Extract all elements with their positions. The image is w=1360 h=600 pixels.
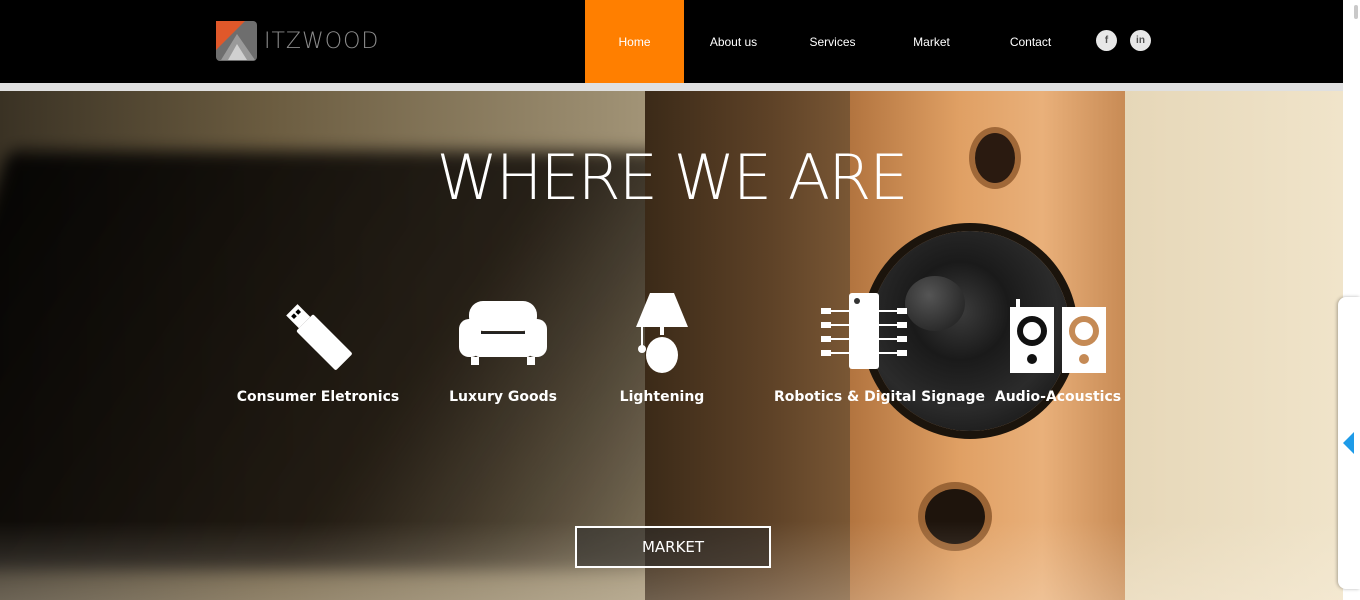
market-button[interactable]: MARKET [575, 526, 771, 568]
nav-services[interactable]: Services [783, 0, 882, 83]
category-lightening[interactable]: Lightening [572, 291, 752, 405]
header-divider [0, 83, 1343, 91]
category-label: Consumer Eletronics [236, 389, 400, 405]
sofa-icon [459, 301, 547, 365]
category-audio-acoustics[interactable]: Audio-Acoustics [968, 291, 1148, 405]
nav-market[interactable]: Market [882, 0, 981, 83]
nav-home[interactable]: Home [585, 0, 684, 83]
scrollbar-thumb[interactable] [1354, 5, 1358, 19]
category-label: Robotics & Digital Signage [774, 389, 986, 405]
hero-title: WHERE WE ARE [436, 141, 909, 214]
logo-mark-icon [215, 20, 258, 62]
speakers-icon [1010, 299, 1106, 373]
category-label: Audio-Acoustics [994, 389, 1122, 405]
usb-drive-icon [286, 304, 352, 370]
main-nav: Home About us Services Market Contact [585, 0, 1080, 83]
linkedin-icon[interactable]: in [1130, 30, 1151, 51]
nav-about-us[interactable]: About us [684, 0, 783, 83]
lamp-icon [636, 293, 688, 373]
category-consumer-electronics[interactable]: Consumer Eletronics [228, 291, 408, 405]
nav-contact[interactable]: Contact [981, 0, 1080, 83]
category-robotics-digital-signage[interactable]: Robotics & Digital Signage [774, 291, 986, 405]
circuit-chip-icon [821, 293, 907, 369]
category-label: Luxury Goods [449, 389, 557, 405]
logo[interactable]: ITZWOOD [215, 19, 381, 63]
site-header: ITZWOOD Home About us Services Market Co… [0, 0, 1360, 83]
social-links: f in [1096, 30, 1151, 51]
hero-section: WHERE WE ARE Consumer Eletronics Luxury … [0, 91, 1343, 600]
panel-toggle-arrow-icon[interactable] [1343, 432, 1354, 454]
category-luxury-goods[interactable]: Luxury Goods [413, 291, 593, 405]
facebook-icon[interactable]: f [1096, 30, 1117, 51]
category-label: Lightening [619, 389, 705, 405]
logo-text: ITZWOOD [264, 28, 380, 54]
